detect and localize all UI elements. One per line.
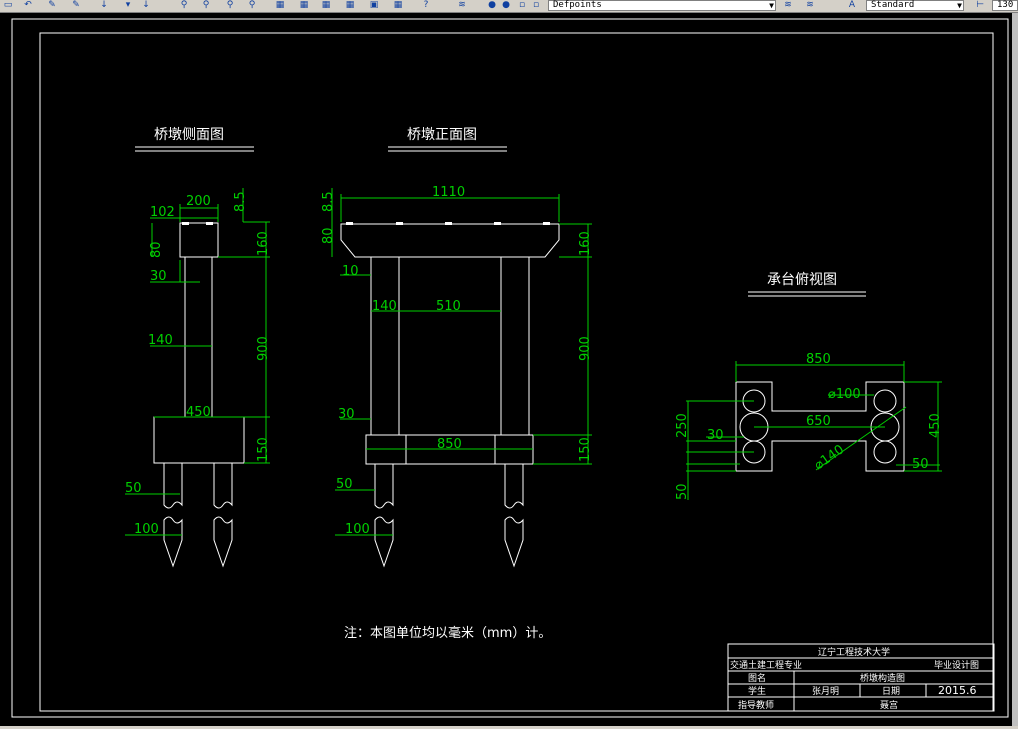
title-advisor-label: 指导教师 [738,699,774,711]
dim-1110: 1110 [432,185,465,200]
dim-102: 102 [150,205,175,220]
dim-510: 510 [436,299,461,314]
front-view: 桥墩正面图 1110 8.5 80 160 10 140 510 900 30 … [321,127,593,568]
tool-palette-icon[interactable]: ▦ [320,0,332,10]
down-arrow-icon[interactable]: ↓ [98,0,110,10]
dim-style-value: 130 [997,0,1014,10]
markup-icon[interactable]: ▣ [368,0,380,10]
dim-100: 100 [345,522,370,537]
plan-view: 承台俯视图 850 ⌀100 250 30 650 450 ⌀140 50 50 [675,272,943,500]
pier-cap [179,222,219,258]
title-name-label: 图名 [748,672,766,684]
dim-style-dropdown[interactable]: 130 [992,0,1018,11]
properties-icon[interactable]: ▦ [274,0,286,10]
layer-states-icon[interactable]: ≋ [804,0,816,10]
redo-icon[interactable]: ↓ [140,0,152,10]
zoom-previous-icon[interactable]: ⚲ [224,0,236,10]
plan-view-title: 承台俯视图 [767,272,837,288]
dim-50-right: 50 [912,457,929,472]
dim-850: 850 [437,437,462,452]
title-advisor: 聂宫 [880,699,898,711]
help-icon[interactable]: ? [420,0,432,10]
dropdown-arrow-icon[interactable]: ▾ [122,0,134,10]
layer-manager-icon[interactable]: ≋ [456,0,468,10]
color-swatch-icon[interactable]: ▫ [530,0,542,10]
units-note: 注：本图单位均以毫米（mm）计。 [344,625,551,641]
title-major: 交通土建工程专业 [730,659,802,671]
design-center-icon[interactable]: ▦ [298,0,310,10]
dim-150: 150 [256,437,271,462]
dim-650: 650 [806,414,831,429]
text-style-dropdown[interactable]: Standard ▼ [866,0,964,11]
dim-80: 80 [321,227,336,244]
side-view-title: 桥墩侧面图 [154,127,224,143]
dim-160: 160 [578,231,593,256]
dim-250: 250 [675,413,690,438]
title-student-label: 学生 [748,685,766,697]
dim-style-icon[interactable]: ⊢ [974,0,986,10]
zoom-window-icon[interactable]: ⚲ [200,0,212,10]
title-date: 2015.6 [938,684,977,697]
zoom-extents-icon[interactable]: ⚲ [246,0,258,10]
text-style-value: Standard [871,0,915,10]
drawing-canvas[interactable]: 桥墩侧面图 200 102 8.5 80 160 30 140 900 450 … [0,13,1012,726]
dim-100: 100 [134,522,159,537]
undo-icon[interactable]: ↶ [22,0,34,10]
dim-150: 150 [578,437,593,462]
lock-icon[interactable]: ▫ [516,0,528,10]
front-view-title: 桥墩正面图 [407,127,477,143]
title-drawing-name: 桥墩构造图 [860,672,905,684]
drawing-border-outer [11,18,1009,718]
layer-dropdown[interactable]: Defpoints ▼ [548,0,776,11]
bulb-icon[interactable]: ● [486,0,498,10]
dim-dia-100: ⌀100 [828,387,861,402]
title-date-label: 日期 [882,686,900,697]
chevron-down-icon: ▼ [957,1,962,10]
dim-30: 30 [707,428,724,443]
title-university: 辽宁工程技术大学 [818,646,890,658]
dim-30: 30 [338,407,355,422]
dim-50: 50 [336,477,353,492]
pan-icon[interactable]: ✎ [46,0,58,10]
sheet-set-icon[interactable]: ▦ [344,0,356,10]
dim-dia-140: ⌀140 [812,442,847,473]
dim-140: 140 [148,333,173,348]
layer-previous-icon[interactable]: ≋ [782,0,794,10]
dim-30: 30 [150,269,167,284]
vertical-scrollbar[interactable] [1012,13,1018,726]
layer-value: Defpoints [553,0,602,10]
dim-900: 900 [578,336,593,361]
dim-140: 140 [372,299,397,314]
title-student: 张月明 [812,686,839,697]
dim-80: 80 [149,241,164,258]
open-icon[interactable]: ▭ [2,0,14,10]
chevron-down-icon: ▼ [769,1,774,10]
dim-160: 160 [256,231,271,256]
dim-850: 850 [806,352,831,367]
dim-10: 10 [342,264,359,279]
sun-icon[interactable]: ● [500,0,512,10]
dim-50-left: 50 [675,483,690,500]
dim-450: 450 [186,405,211,420]
dim-50: 50 [125,481,142,496]
dim-8-5: 8.5 [321,191,336,212]
calculator-icon[interactable]: ▦ [392,0,404,10]
zoom-realtime-icon[interactable]: ⚲ [178,0,190,10]
title-design-type: 毕业设计图 [934,659,979,671]
cap-beam [340,223,560,258]
footing [153,416,245,464]
text-style-icon[interactable]: A [846,0,858,10]
cad-toolbar: ▭ ↶ ✎ ✎ ↓ ▾ ↓ ⚲ ⚲ ⚲ ⚲ ▦ ▦ ▦ ▦ ▣ ▦ ? ≋ ● … [0,0,1018,13]
dim-8-5: 8.5 [233,191,248,212]
dim-900: 900 [256,336,271,361]
dim-450: 450 [928,413,943,438]
dim-200: 200 [186,194,211,209]
side-view: 桥墩侧面图 200 102 8.5 80 160 30 140 900 450 … [125,127,271,568]
match-icon[interactable]: ✎ [70,0,82,10]
